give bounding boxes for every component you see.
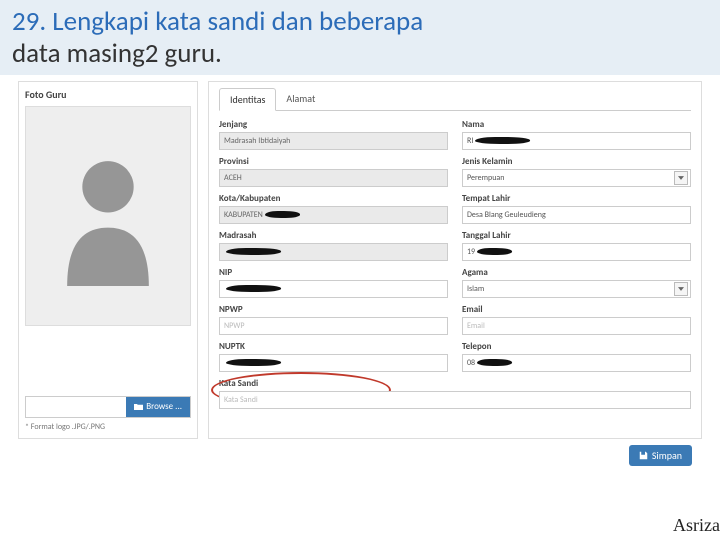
provinsi-value: ACEH (224, 173, 242, 183)
title-line-1: 29. Lengkapi kata sandi dan beberapa (12, 6, 708, 38)
agama-value: Islam (467, 284, 484, 294)
nuptk-field[interactable] (219, 354, 448, 372)
nip-label: NIP (219, 267, 448, 278)
format-note: * Format logo .JPG/.PNG (25, 422, 191, 432)
chevron-down-icon (674, 171, 688, 185)
chevron-down-icon (674, 282, 688, 296)
photo-panel: Foto Guru Browse ... * Format logo .JPG/… (18, 81, 198, 439)
jk-label: Jenis Kelamin (462, 156, 691, 167)
redacted-mark (226, 285, 281, 292)
upload-row: Browse ... (25, 396, 191, 418)
provinsi-field: ACEH (219, 169, 448, 187)
kota-label: Kota/Kabupaten (219, 193, 448, 204)
jenjang-value: Madrasah Ibtidaiyah (224, 136, 290, 146)
slide-title: 29. Lengkapi kata sandi dan beberapa dat… (0, 0, 720, 75)
telepon-field[interactable]: 08 (462, 354, 691, 372)
redacted-mark (265, 211, 300, 218)
simpan-button[interactable]: Simpan (629, 445, 692, 466)
telepon-value: 08 (467, 358, 475, 368)
upload-filename-input[interactable] (26, 397, 126, 417)
photo-panel-title: Foto Guru (25, 88, 191, 101)
sandi-placeholder: Kata Sandi (224, 395, 258, 405)
tgl-field[interactable]: 19 (462, 243, 691, 261)
jk-select[interactable]: Perempuan (462, 169, 691, 187)
agama-select[interactable]: Islam (462, 280, 691, 298)
avatar-icon (48, 146, 168, 286)
jenjang-field: Madrasah Ibtidaiyah (219, 132, 448, 150)
email-label: Email (462, 304, 691, 315)
kota-value: KABUPATEN (224, 210, 263, 220)
tab-identitas[interactable]: Identitas (219, 88, 276, 111)
redacted-mark (226, 359, 281, 366)
email-placeholder: Email (467, 321, 485, 331)
nama-label: Nama (462, 119, 691, 130)
simpan-label: Simpan (652, 449, 682, 462)
madrasah-field (219, 243, 448, 261)
agama-label: Agama (462, 267, 691, 278)
npwp-placeholder: NPWP (224, 321, 245, 331)
photo-placeholder (25, 106, 191, 326)
tempat-field[interactable]: Desa Blang Geuleudieng (462, 206, 691, 224)
madrasah-label: Madrasah (219, 230, 448, 241)
author-label: Asriza (673, 515, 720, 536)
tgl-value: 19 (467, 247, 475, 257)
kota-field: KABUPATEN (219, 206, 448, 224)
browse-button[interactable]: Browse ... (126, 397, 190, 417)
form-panel: Identitas Alamat Jenjang Madrasah Ibtida… (208, 81, 702, 439)
provinsi-label: Provinsi (219, 156, 448, 167)
redacted-mark (477, 248, 512, 255)
sandi-field[interactable]: Kata Sandi (219, 391, 691, 409)
nama-value: RI (467, 136, 473, 146)
save-icon (639, 451, 648, 460)
title-line-2: data masing2 guru. (12, 38, 708, 70)
tab-alamat[interactable]: Alamat (276, 88, 325, 110)
email-field[interactable]: Email (462, 317, 691, 335)
jenjang-label: Jenjang (219, 119, 448, 130)
browse-label: Browse ... (146, 401, 182, 412)
jk-value: Perempuan (467, 173, 504, 183)
tempat-label: Tempat Lahir (462, 193, 691, 204)
redacted-mark (477, 359, 512, 366)
nuptk-label: NUPTK (219, 341, 448, 352)
telepon-label: Telepon (462, 341, 691, 352)
sandi-label: Kata Sandi (219, 378, 691, 389)
redacted-mark (226, 248, 281, 255)
redacted-mark (475, 137, 530, 144)
tabs: Identitas Alamat (219, 88, 691, 111)
nip-field[interactable] (219, 280, 448, 298)
tgl-label: Tanggal Lahir (462, 230, 691, 241)
nama-field[interactable]: RI (462, 132, 691, 150)
npwp-label: NPWP (219, 304, 448, 315)
npwp-field[interactable]: NPWP (219, 317, 448, 335)
folder-icon (134, 403, 143, 411)
tempat-value: Desa Blang Geuleudieng (467, 210, 546, 220)
